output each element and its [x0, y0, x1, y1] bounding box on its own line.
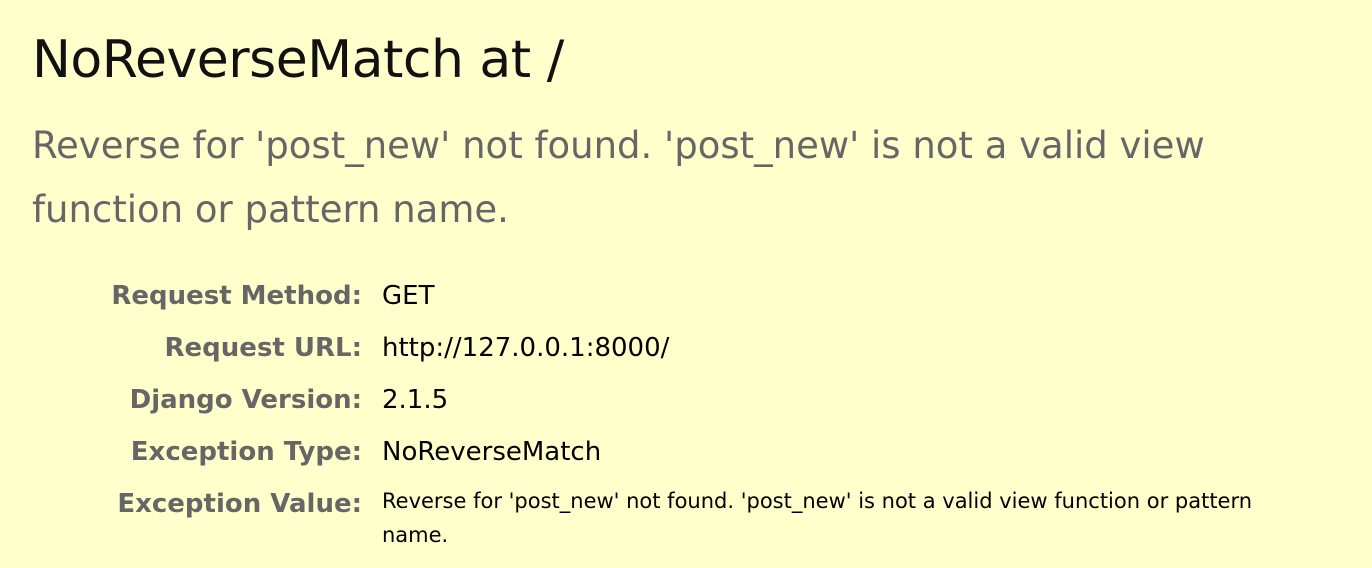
meta-label: Django Version:	[129, 385, 362, 415]
meta-row-exception-value: Exception Value: Reverse for 'post_new' …	[32, 478, 1322, 552]
meta-value: Reverse for 'post_new' not found. 'post_…	[382, 489, 1253, 547]
page-title: NoReverseMatch at /	[32, 30, 564, 90]
exception-message: Reverse for 'post_new' not found. 'post_…	[32, 124, 1205, 231]
meta-label: Exception Value:	[117, 489, 362, 519]
request-meta-table: Request Method: GET Request URL: http://…	[32, 270, 1322, 552]
meta-row-exception-type: Exception Type: NoReverseMatch	[32, 426, 1322, 478]
meta-row-request-url: Request URL: http://127.0.0.1:8000/	[32, 322, 1322, 374]
error-summary: NoReverseMatch at / Reverse for 'post_ne…	[0, 0, 1372, 568]
meta-label: Request Method:	[111, 281, 362, 311]
meta-label: Request URL:	[164, 333, 362, 363]
meta-value: 2.1.5	[382, 385, 449, 415]
meta-label: Exception Type:	[130, 437, 362, 467]
meta-row-django-version: Django Version: 2.1.5	[32, 374, 1322, 426]
meta-value: NoReverseMatch	[382, 437, 602, 467]
meta-row-request-method: Request Method: GET	[32, 270, 1322, 322]
meta-value: GET	[382, 281, 435, 311]
meta-value: http://127.0.0.1:8000/	[382, 333, 670, 363]
